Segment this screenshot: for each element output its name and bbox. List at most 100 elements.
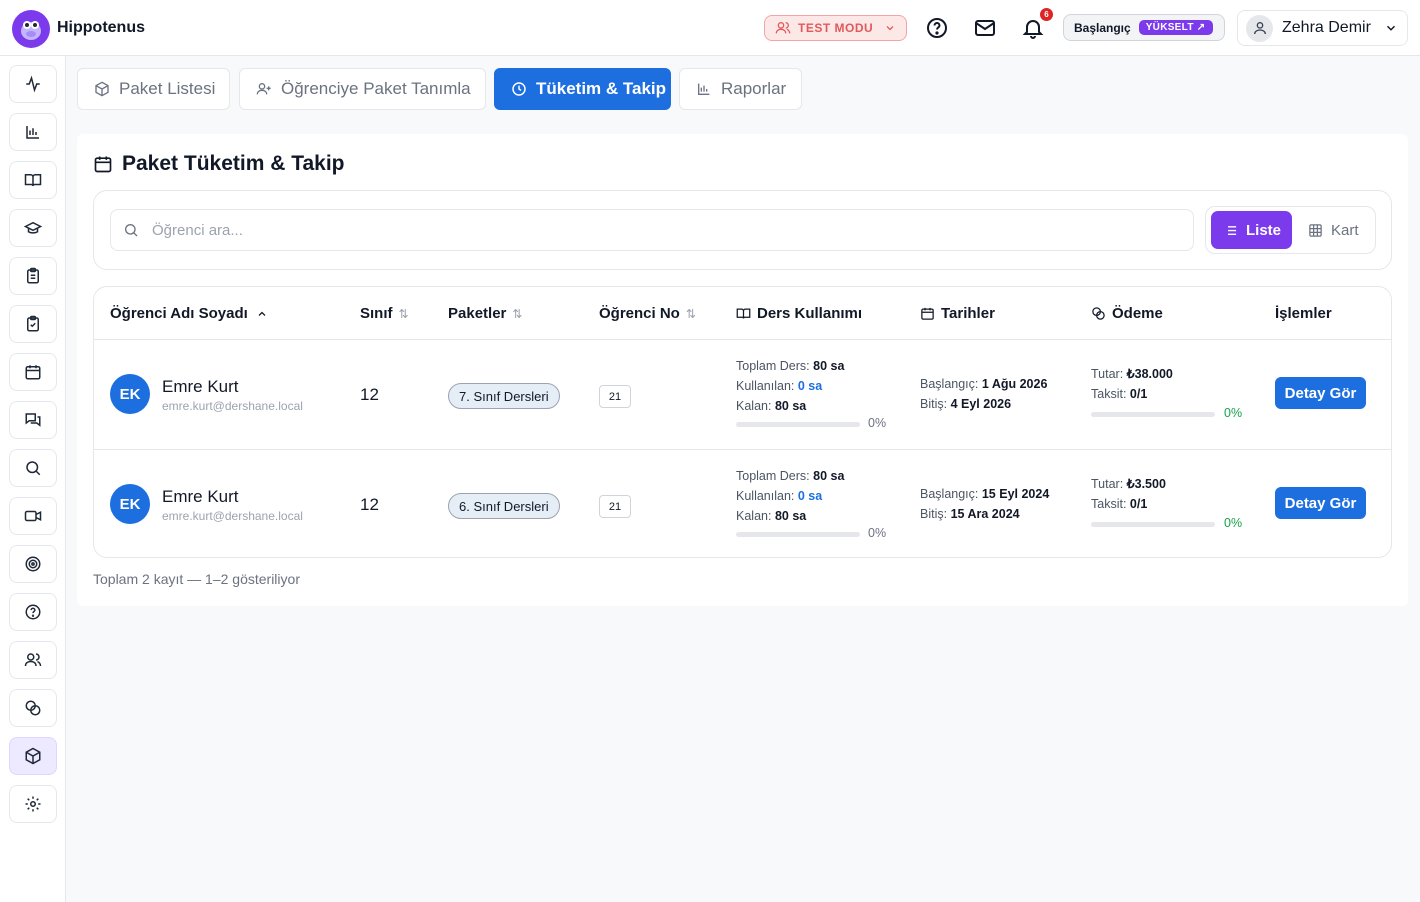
calendar-icon xyxy=(94,156,112,173)
bar-chart-icon xyxy=(26,126,39,139)
package-icon xyxy=(95,81,109,97)
sidebar-item-help[interactable] xyxy=(9,593,57,631)
calendar-icon xyxy=(921,307,934,320)
clipboard-list-icon xyxy=(27,267,39,284)
help-button[interactable] xyxy=(925,16,949,40)
tab-package-list[interactable]: Paket Listesi xyxy=(77,68,230,110)
bell-icon xyxy=(1022,20,1044,39)
payment-percent: 0% xyxy=(1224,406,1243,420)
view-card-button[interactable]: Kart xyxy=(1296,211,1374,249)
column-header-actions: İşlemler xyxy=(1275,305,1332,322)
tab-assign-package[interactable]: Öğrenciye Paket Tanımla xyxy=(239,68,486,110)
start-label: Başlangıç: xyxy=(920,377,979,391)
column-header-packages[interactable]: Paketler ⇅ xyxy=(448,305,522,322)
page-title-text: Paket Tüketim & Takip xyxy=(122,152,345,175)
chevron-down-icon xyxy=(1386,25,1395,31)
sidebar-item-assignments[interactable] xyxy=(9,257,57,295)
column-header-name[interactable]: Öğrenci Adı Soyadı xyxy=(110,305,268,322)
student-no-badge: 21 xyxy=(599,385,631,408)
sidebar-item-packages[interactable] xyxy=(9,737,57,775)
view-list-label: Liste xyxy=(1246,221,1282,239)
target-icon xyxy=(25,556,41,572)
chevron-up-icon xyxy=(258,311,266,316)
sidebar-item-activity[interactable] xyxy=(9,65,57,103)
avatar: EK xyxy=(110,374,150,414)
plan-label: Başlangıç xyxy=(1074,20,1131,35)
column-header-grade[interactable]: Sınıf ⇅ xyxy=(360,305,409,322)
graduation-cap-icon xyxy=(24,221,42,234)
coins-icon xyxy=(1092,307,1105,320)
column-header-label: Paketler xyxy=(448,305,507,322)
sidebar-item-courses[interactable] xyxy=(9,161,57,199)
usage-progress-bar xyxy=(736,422,860,427)
remaining-value: 80 sa xyxy=(774,509,807,523)
top-bar: Hippotenus TEST MODU 6 Başlangıç YÜKSELT… xyxy=(0,0,1420,56)
messages-button[interactable] xyxy=(973,16,997,40)
amount-value: ₺38.000 xyxy=(1126,367,1173,381)
sidebar-item-video[interactable] xyxy=(9,497,57,535)
column-header-payment: Ödeme xyxy=(1091,305,1163,322)
view-list-button[interactable]: Liste xyxy=(1211,211,1292,249)
sidebar-item-messages[interactable] xyxy=(9,401,57,439)
total-label: Toplam Ders: xyxy=(736,359,810,373)
remaining-label: Kalan: xyxy=(736,399,772,413)
amount-label: Tutar: xyxy=(1091,367,1124,381)
sidebar-item-education[interactable] xyxy=(9,209,57,247)
amount-value: ₺3.500 xyxy=(1126,477,1166,491)
column-header-student-no[interactable]: Öğrenci No ⇅ xyxy=(599,305,696,322)
book-open-icon xyxy=(736,308,751,319)
sidebar-item-tasks[interactable] xyxy=(9,305,57,343)
app-logo[interactable] xyxy=(12,10,50,48)
start-label: Başlangıç: xyxy=(920,487,979,501)
student-no-badge: 21 xyxy=(599,495,631,518)
table-row: EK Emre Kurt emre.kurt@dershane.local 12… xyxy=(94,449,1391,557)
package-badge: 6. Sınıf Dersleri xyxy=(448,493,560,519)
tab-consumption[interactable]: Tüketim & Takip xyxy=(494,68,671,110)
plan-badge[interactable]: Başlangıç YÜKSELT ↗ xyxy=(1063,14,1225,41)
test-mode-label: TEST MODU xyxy=(798,21,874,35)
settings-icon xyxy=(25,796,41,812)
column-header-label: İşlemler xyxy=(1275,305,1332,322)
upgrade-button[interactable]: YÜKSELT ↗ xyxy=(1138,20,1213,35)
detail-button[interactable]: Detay Gör xyxy=(1275,377,1366,409)
dates-info: Başlangıç: 1 Ağu 2026 Bitiş: 4 Eyl 2026 xyxy=(920,374,1047,414)
usage-percent: 0% xyxy=(868,526,887,540)
tab-reports[interactable]: Raporlar xyxy=(679,68,802,110)
help-circle-icon xyxy=(25,604,41,620)
installment-value: 0/1 xyxy=(1129,497,1148,511)
page-title: Paket Tüketim & Takip xyxy=(93,152,345,176)
end-label: Bitiş: xyxy=(920,397,948,411)
column-header-label: Ders Kullanımı xyxy=(757,305,863,322)
usage-info: Toplam Ders: 80 sa Kullanılan: 0 sa Kala… xyxy=(736,466,896,526)
help-circle-icon xyxy=(927,18,947,38)
search-icon xyxy=(26,461,41,476)
remaining-value: 80 sa xyxy=(774,399,807,413)
test-mode-dropdown[interactable]: TEST MODU xyxy=(764,15,907,41)
search-input[interactable] xyxy=(152,221,1052,239)
package-icon xyxy=(25,747,41,765)
user-menu[interactable]: Zehra Demir xyxy=(1237,10,1408,46)
sidebar-item-calendar[interactable] xyxy=(9,353,57,391)
table-row: EK Emre Kurt emre.kurt@dershane.local 12… xyxy=(94,340,1391,449)
sidebar-item-users[interactable] xyxy=(9,641,57,679)
list-icon xyxy=(1224,225,1237,235)
users-icon xyxy=(775,22,791,34)
pagination-summary: Toplam 2 kayıt — 1–2 gösteriliyor xyxy=(93,571,300,587)
detail-button[interactable]: Detay Gör xyxy=(1275,487,1366,519)
view-toggle: Liste Kart xyxy=(1205,206,1376,254)
sidebar-item-analytics[interactable] xyxy=(9,113,57,151)
sidebar-item-settings[interactable] xyxy=(9,785,57,823)
notifications-button[interactable] xyxy=(1021,16,1045,40)
sidebar-item-goals[interactable] xyxy=(9,545,57,583)
installment-label: Taksit: xyxy=(1091,497,1127,511)
user-icon xyxy=(1253,22,1266,35)
sidebar-item-search[interactable] xyxy=(9,449,57,487)
end-label: Bitiş: xyxy=(920,507,948,521)
sidebar-item-finance[interactable] xyxy=(9,689,57,727)
total-value: 80 sa xyxy=(813,359,845,373)
column-header-dates: Tarihler xyxy=(920,305,995,322)
tab-label: Öğrenciye Paket Tanımla xyxy=(281,79,471,98)
column-header-label: Sınıf xyxy=(360,305,393,322)
hippo-logo-icon xyxy=(21,21,41,40)
filter-bar: Liste Kart xyxy=(93,190,1392,270)
